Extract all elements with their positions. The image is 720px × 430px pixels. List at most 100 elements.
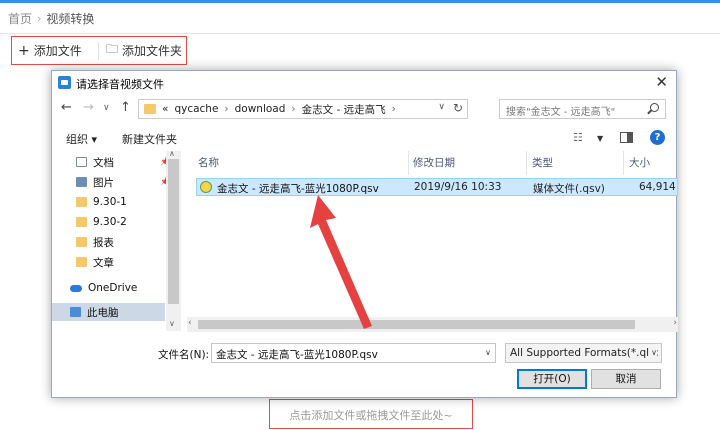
drop-hint-text: 点击添加文件或拖拽文件至此处~ (289, 409, 453, 422)
breadcrumb: 首页 › 视频转换 (8, 10, 94, 27)
filename-input[interactable]: 金志文 - 远走高飞-蓝光1080P.qsv ∨ (211, 343, 496, 363)
toolbar-highlight-box: + 添加文件 🗀 添加文件夹 (11, 36, 187, 65)
media-file-icon (200, 181, 212, 193)
folder-icon (76, 257, 87, 267)
add-folder-button[interactable]: 🗀 添加文件夹 (106, 41, 182, 60)
nav-item-folder-9-30-1[interactable]: 9.30-1 (76, 193, 127, 211)
search-input[interactable]: 搜索"金志文 - 远走高飞" (499, 99, 666, 119)
organize-button[interactable]: 组织 ▾ (66, 131, 97, 147)
folder-outline-icon: 🗀 (106, 42, 119, 56)
search-placeholder: 搜索"金志文 - 远走高飞" (506, 107, 616, 118)
plus-icon: + (18, 42, 30, 59)
search-icon[interactable] (650, 103, 659, 112)
chevron-right-icon[interactable]: › (392, 103, 396, 115)
column-separator[interactable] (623, 151, 624, 175)
file-list-pane: ^ 名称 修改日期 类型 大小 金志文 - 远走高飞-蓝光1080P.qsv 2… (187, 151, 678, 333)
nav-item-label: 9.30-2 (93, 216, 127, 228)
chevron-right-icon[interactable]: › (224, 103, 228, 115)
filename-label: 文件名(N): (158, 349, 210, 361)
scroll-left-icon[interactable]: ‹ (188, 318, 192, 328)
folder-icon (144, 104, 156, 114)
chevron-down-icon[interactable]: ∨ (438, 102, 445, 112)
dialog-title: 请选择音视频文件 (76, 78, 164, 91)
nav-item-label: 文章 (93, 256, 114, 269)
nav-item-label: OneDrive (88, 282, 138, 294)
file-date: 2019/9/16 10:33 (414, 181, 502, 193)
address-bar[interactable]: « qycache › download › 金志文 - 远走高飞 › ∨ ↻ (138, 99, 468, 119)
nav-item-label: 此电脑 (87, 306, 119, 319)
recent-locations-chevron-icon[interactable]: ∨ (103, 103, 110, 113)
column-header-type[interactable]: 类型 (532, 155, 553, 170)
scroll-down-icon[interactable]: ∨ (169, 319, 175, 328)
nav-item-label: 图片 (93, 176, 114, 189)
column-separator[interactable] (526, 151, 527, 175)
onedrive-icon (70, 284, 82, 292)
scrollbar-thumb[interactable] (168, 159, 179, 304)
open-button[interactable]: 打开(O) (517, 369, 587, 389)
folder-icon (76, 197, 87, 207)
scroll-up-icon[interactable]: ∧ (169, 149, 175, 158)
address-segment[interactable]: 金志文 - 远走高飞 (302, 102, 386, 117)
address-segment[interactable]: qycache (174, 103, 218, 115)
column-header-name[interactable]: 名称 (198, 155, 219, 170)
navigation-row: ← → ∨ ↑ « qycache › download › 金志文 - 远走高… (52, 97, 676, 121)
navigation-pane: 文档 📌 图片 📌 9.30-1 9.30-2 报表 文章 OneDrive 此… (52, 149, 183, 333)
nav-item-label: 报表 (93, 236, 114, 249)
app-divider (0, 33, 720, 34)
breadcrumb-home[interactable]: 首页 (8, 10, 32, 27)
filetype-select[interactable]: All Supported Formats(*.qlv; ∨ (505, 343, 662, 363)
add-file-button[interactable]: + 添加文件 (18, 41, 82, 60)
column-header-date[interactable]: 修改日期 (413, 155, 455, 170)
forward-arrow-icon[interactable]: → (83, 100, 94, 115)
folder-icon (76, 237, 87, 247)
dialog-titlebar[interactable]: 请选择音视频文件 ✕ (52, 71, 676, 95)
view-options-icon[interactable]: ☷ (573, 131, 583, 144)
filename-value: 金志文 - 远走高飞-蓝光1080P.qsv (216, 349, 378, 361)
sort-ascending-icon: ^ (298, 151, 305, 154)
add-folder-label: 添加文件夹 (122, 44, 183, 58)
scroll-right-icon[interactable]: › (673, 318, 677, 328)
nav-item-label: 9.30-1 (93, 196, 127, 208)
help-icon[interactable]: ? (650, 130, 665, 145)
drop-zone[interactable]: 点击添加文件或拖拽文件至此处~ (269, 399, 473, 429)
chevron-down-icon[interactable]: ∨ (485, 348, 491, 357)
horizontal-scrollbar[interactable]: ‹ › (187, 317, 678, 332)
nav-item-onedrive[interactable]: OneDrive (70, 279, 137, 297)
chevron-down-icon[interactable]: ▼ (597, 134, 603, 143)
preview-pane-icon[interactable] (620, 132, 633, 143)
breadcrumb-current: 视频转换 (46, 12, 95, 26)
scrollbar-thumb[interactable] (198, 320, 635, 329)
file-name: 金志文 - 远走高飞-蓝光1080P.qsv (217, 183, 379, 195)
file-row[interactable]: 金志文 - 远走高飞-蓝光1080P.qsv 2019/9/16 10:33 媒… (196, 178, 678, 196)
nav-pane-scrollbar[interactable]: ∧ ∨ (166, 149, 181, 331)
nav-item-folder-9-30-2[interactable]: 9.30-2 (76, 213, 127, 231)
nav-item-label: 文档 (93, 156, 114, 169)
document-icon (76, 157, 87, 167)
refresh-icon[interactable]: ↻ (453, 101, 463, 115)
column-header-size[interactable]: 大小 (629, 155, 650, 170)
nav-item-documents[interactable]: 文档 (76, 153, 114, 171)
computer-icon (70, 307, 81, 317)
address-prefix[interactable]: « (162, 103, 168, 115)
dialog-app-icon (58, 76, 71, 89)
up-arrow-icon[interactable]: ↑ (120, 100, 131, 115)
new-folder-button[interactable]: 新建文件夹 (122, 131, 177, 147)
nav-item-folder-reports[interactable]: 报表 (76, 233, 114, 251)
folder-icon (76, 217, 87, 227)
nav-item-folder-articles[interactable]: 文章 (76, 253, 114, 271)
chevron-down-icon[interactable]: ∨ (649, 348, 657, 357)
command-bar: 组织 ▾ 新建文件夹 ☷ ▼ ? (52, 127, 676, 149)
picture-icon (76, 177, 87, 187)
back-arrow-icon[interactable]: ← (61, 100, 72, 115)
breadcrumb-separator-icon: › (37, 12, 42, 25)
column-separator[interactable] (408, 151, 409, 175)
close-icon[interactable]: ✕ (655, 73, 668, 91)
chevron-right-icon[interactable]: › (291, 103, 295, 115)
add-file-label: 添加文件 (33, 44, 82, 58)
address-segment[interactable]: download (235, 103, 286, 115)
filetype-value: All Supported Formats(*.qlv; (510, 347, 659, 359)
nav-item-this-pc[interactable]: 此电脑 (52, 303, 165, 321)
cancel-button[interactable]: 取消 (591, 369, 661, 389)
nav-item-pictures[interactable]: 图片 (76, 173, 114, 191)
toolbar-divider (98, 42, 99, 60)
